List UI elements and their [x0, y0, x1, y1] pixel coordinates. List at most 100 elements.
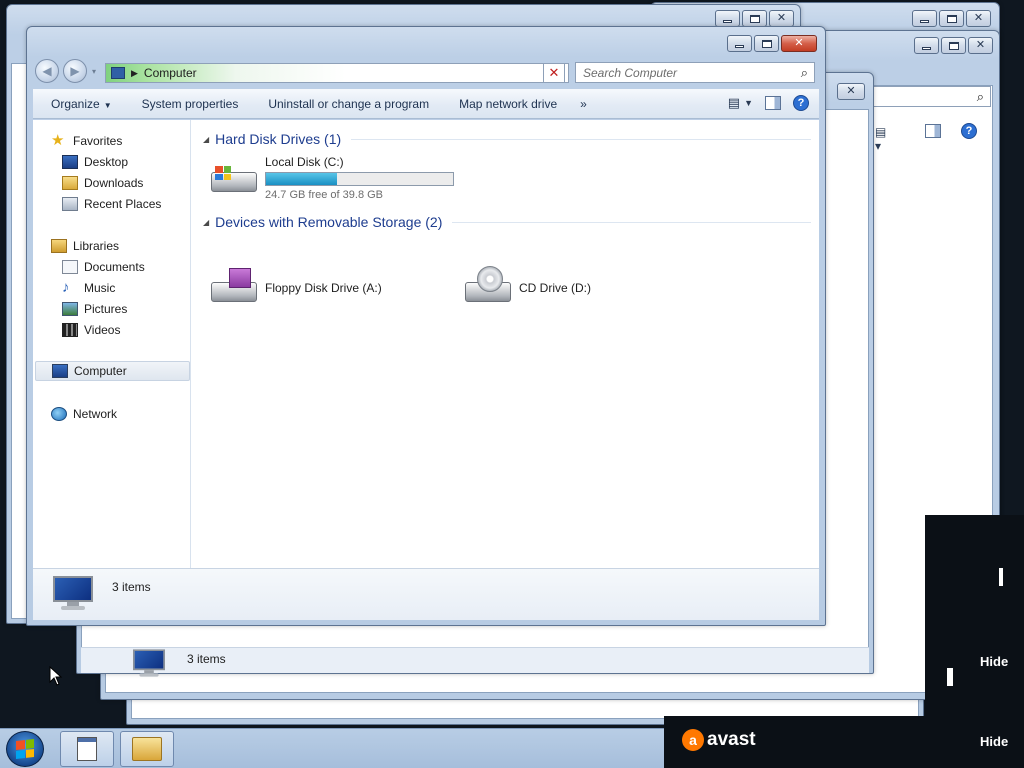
floppy-disk-icon [211, 268, 259, 308]
nav-label: Libraries [73, 239, 120, 253]
view-options-dropdown-icon[interactable]: ▼ [744, 98, 753, 108]
collapse-triangle-icon[interactable]: ◢ [203, 135, 209, 144]
nav-label: Computer [74, 364, 127, 378]
taskbar-notepad-button[interactable] [60, 731, 114, 767]
nav-libraries[interactable]: Libraries [51, 236, 119, 256]
breadcrumb-computer[interactable]: Computer [144, 66, 197, 80]
hide-button-bottom[interactable]: Hide [980, 734, 1008, 749]
uninstall-program-button[interactable]: Uninstall or change a program [253, 97, 444, 111]
group-label: Devices with Removable Storage (2) [215, 214, 443, 230]
preview-pane-icon[interactable] [765, 96, 781, 110]
view-toggle-icon[interactable]: ▤ ▾ [875, 125, 886, 153]
map-network-drive-button[interactable]: Map network drive [444, 97, 572, 111]
collapse-triangle-icon[interactable]: ◢ [203, 218, 209, 227]
organize-button[interactable]: Organize ▼ [33, 97, 127, 111]
nav-music[interactable]: ♪ Music [62, 278, 115, 298]
drive-cd-d[interactable]: CD Drive (D:) [465, 266, 591, 308]
organize-label: Organize [51, 96, 100, 111]
videos-icon [62, 323, 78, 337]
hide-button-top[interactable]: Hide [980, 654, 1008, 669]
nav-label: Favorites [73, 134, 123, 148]
taskbar-explorer-button[interactable] [120, 731, 174, 767]
address-bar[interactable]: ▶ Computer ▼ [105, 63, 569, 83]
nav-label: Network [73, 407, 118, 421]
close-button[interactable]: ✕ [968, 37, 993, 54]
minimize-button[interactable] [914, 37, 939, 54]
windows-orb-icon[interactable] [6, 731, 44, 767]
chevron-down-icon: ▼ [103, 100, 112, 110]
minimize-button[interactable] [715, 10, 740, 27]
nav-recent-places[interactable]: Recent Places [62, 194, 161, 214]
nav-documents[interactable]: Documents [62, 257, 145, 277]
popup-edge-mark [999, 568, 1003, 586]
preview-pane-icon[interactable] [925, 124, 941, 138]
close-button[interactable]: ✕ [769, 10, 794, 27]
maximize-button[interactable] [939, 10, 964, 27]
drive-free-space: 24.7 GB free of 39.8 GB [265, 189, 384, 201]
nav-network[interactable]: Network [51, 404, 117, 424]
search-icon[interactable]: ⌕ [801, 65, 808, 81]
hard-disk-icon [211, 158, 259, 198]
drive-local-disk-c[interactable]: Local Disk (C:) 24.7 GB free of 39.8 GB [211, 155, 454, 201]
documents-icon [62, 260, 78, 274]
back-button[interactable]: ◀ [35, 59, 59, 83]
capacity-fill [266, 173, 338, 185]
group-header-hard-disk[interactable]: ◢ Hard Disk Drives (1) [203, 129, 811, 149]
forward-button[interactable]: ▶ [63, 59, 87, 83]
star-icon: ★ [51, 132, 65, 149]
avast-logo-icon: a [682, 729, 704, 751]
content-pane: ◢ Hard Disk Drives (1) Local Disk (C:) 2… [193, 120, 819, 568]
cd-drive-icon [465, 266, 513, 308]
desktop-icon [62, 155, 78, 169]
maximize-button[interactable] [941, 37, 966, 54]
nav-label: Documents [84, 260, 145, 274]
recent-pages-dropdown-icon[interactable]: ▾ [92, 67, 96, 76]
computer-icon [52, 364, 68, 378]
group-divider [452, 221, 811, 223]
close-button[interactable]: ✕ [837, 83, 865, 100]
explorer-window-computer: ✕ ◀ ▶ ▾ ▶ Computer ▼ ✕ Search Computer ⌕… [26, 26, 826, 626]
nav-desktop[interactable]: Desktop [62, 152, 128, 172]
drive-name: Floppy Disk Drive (A:) [265, 281, 382, 295]
nav-label: Downloads [84, 176, 144, 190]
taskbar [0, 728, 664, 768]
popup-edge-mark [947, 668, 953, 686]
close-button[interactable]: ✕ [781, 35, 817, 52]
items-count: 3 items [187, 652, 226, 666]
maximize-button[interactable] [754, 35, 779, 52]
drive-floppy-a[interactable]: Floppy Disk Drive (A:) [211, 268, 382, 308]
recent-places-icon [62, 197, 78, 211]
breadcrumb-arrow-icon[interactable]: ▶ [131, 68, 138, 79]
help-icon[interactable]: ? [961, 123, 977, 139]
maximize-button[interactable] [742, 10, 767, 27]
nav-downloads[interactable]: Downloads [62, 173, 143, 193]
nav-favorites[interactable]: ★ Favorites [51, 131, 122, 151]
more-commands-button[interactable]: » [572, 97, 602, 111]
nav-label: Videos [84, 323, 121, 337]
navigation-pane: ★ Favorites Desktop Downloads Recent Pla… [33, 120, 191, 568]
group-header-removable[interactable]: ◢ Devices with Removable Storage (2) [203, 212, 811, 232]
search-placeholder: Search Computer [583, 65, 678, 80]
downloads-folder-icon [62, 176, 78, 190]
details-pane: 3 items [33, 568, 819, 620]
nav-computer[interactable]: Computer [35, 361, 190, 381]
pictures-icon [62, 302, 78, 316]
system-properties-button[interactable]: System properties [127, 97, 254, 111]
minimize-button[interactable] [912, 10, 937, 27]
minimize-button[interactable] [727, 35, 752, 52]
computer-icon [111, 67, 125, 79]
search-input[interactable]: Search Computer ⌕ [575, 62, 815, 83]
nav-pictures[interactable]: Pictures [62, 299, 127, 319]
stop-refresh-button[interactable]: ✕ [543, 63, 565, 83]
group-label: Hard Disk Drives (1) [215, 131, 342, 147]
explorer-body: ★ Favorites Desktop Downloads Recent Pla… [33, 120, 819, 568]
drive-name: CD Drive (D:) [519, 281, 591, 295]
nav-videos[interactable]: Videos [62, 320, 120, 340]
close-button[interactable]: ✕ [966, 10, 991, 27]
nav-label: Pictures [84, 302, 128, 316]
search-icon: ⌕ [976, 89, 984, 104]
nav-label: Desktop [84, 155, 129, 169]
items-count: 3 items [112, 580, 151, 594]
help-icon[interactable]: ? [793, 95, 809, 111]
change-view-icon[interactable]: ▤ [728, 95, 740, 111]
